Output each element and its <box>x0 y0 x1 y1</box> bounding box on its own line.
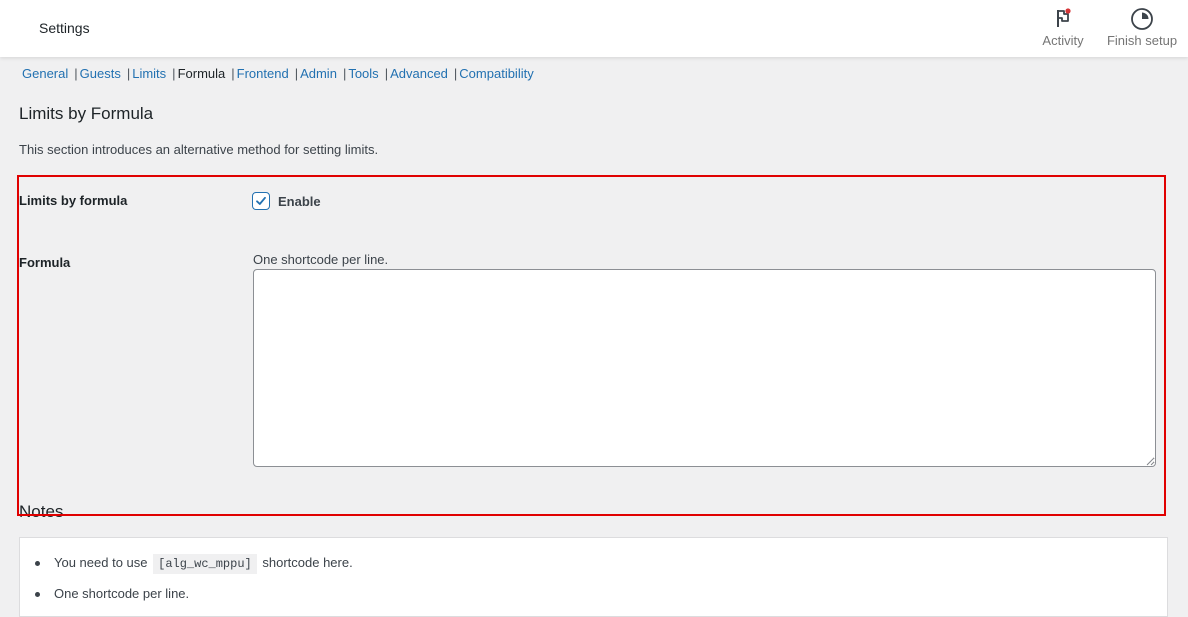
formula-description: One shortcode per line. <box>253 252 389 267</box>
tab-tools[interactable]: Tools <box>348 66 378 81</box>
notes-box: You need to use [alg_wc_mppu] shortcode … <box>19 537 1168 617</box>
section-title: Limits by Formula <box>19 104 154 123</box>
top-bar: Settings Activity Finish setup <box>0 0 1188 57</box>
tab-separator: | <box>74 66 78 81</box>
limits-by-formula-label: Limits by formula <box>19 193 128 208</box>
activity-label: Activity <box>1042 33 1084 48</box>
tab-advanced[interactable]: Advanced <box>390 66 448 81</box>
tab-frontend[interactable]: Frontend <box>237 66 289 81</box>
tab-separator: | <box>294 66 299 81</box>
list-item: One shortcode per line. <box>35 586 189 601</box>
tab-separator: | <box>172 66 176 81</box>
tab-admin[interactable]: Admin <box>300 66 337 81</box>
notification-dot <box>1065 8 1071 14</box>
list-item: You need to use [alg_wc_mppu] shortcode … <box>35 554 353 574</box>
notes-title: Notes <box>19 502 64 521</box>
formula-label: Formula <box>19 255 71 270</box>
tab-separator: | <box>126 66 131 81</box>
finish-setup-button[interactable]: Finish setup <box>1104 6 1180 52</box>
bullet <box>35 561 40 567</box>
tab-separator: | <box>384 66 389 81</box>
tab-guests[interactable]: Guests <box>80 66 121 81</box>
flag-icon <box>1036 6 1090 32</box>
resize-handle-icon[interactable] <box>1146 457 1155 466</box>
activity-button[interactable]: Activity <box>1036 6 1090 52</box>
checkmark-icon <box>256 196 266 205</box>
tab-separator: | <box>453 66 458 81</box>
note-text: shortcode here. <box>262 555 353 570</box>
tab-separator: | <box>342 66 347 81</box>
page-title: Settings <box>39 20 90 36</box>
enable-checkbox[interactable] <box>252 192 270 210</box>
shortcode-code: [alg_wc_mppu] <box>153 554 257 574</box>
bullet <box>35 592 40 598</box>
enable-checkbox-label: Enable <box>278 193 321 209</box>
tab-limits[interactable]: Limits <box>132 66 166 81</box>
finish-setup-label: Finish setup <box>1106 33 1178 48</box>
progress-circle-icon <box>1104 6 1180 32</box>
note-text: You need to use <box>54 555 148 570</box>
settings-tabs: General | Guests | Limits | Formula | Frontend | A… <box>22 66 534 81</box>
tab-general[interactable]: General <box>22 66 68 81</box>
enable-checkbox-control[interactable]: Enable <box>252 192 321 210</box>
tab-separator: | <box>231 66 235 81</box>
tab-compatibility[interactable]: Compatibility <box>459 66 533 81</box>
section-description: This section introduces an alternative m… <box>19 142 379 157</box>
tab-formula[interactable]: Formula <box>178 66 226 81</box>
note-text: One shortcode per line. <box>54 586 190 601</box>
formula-textarea[interactable] <box>253 269 1156 467</box>
